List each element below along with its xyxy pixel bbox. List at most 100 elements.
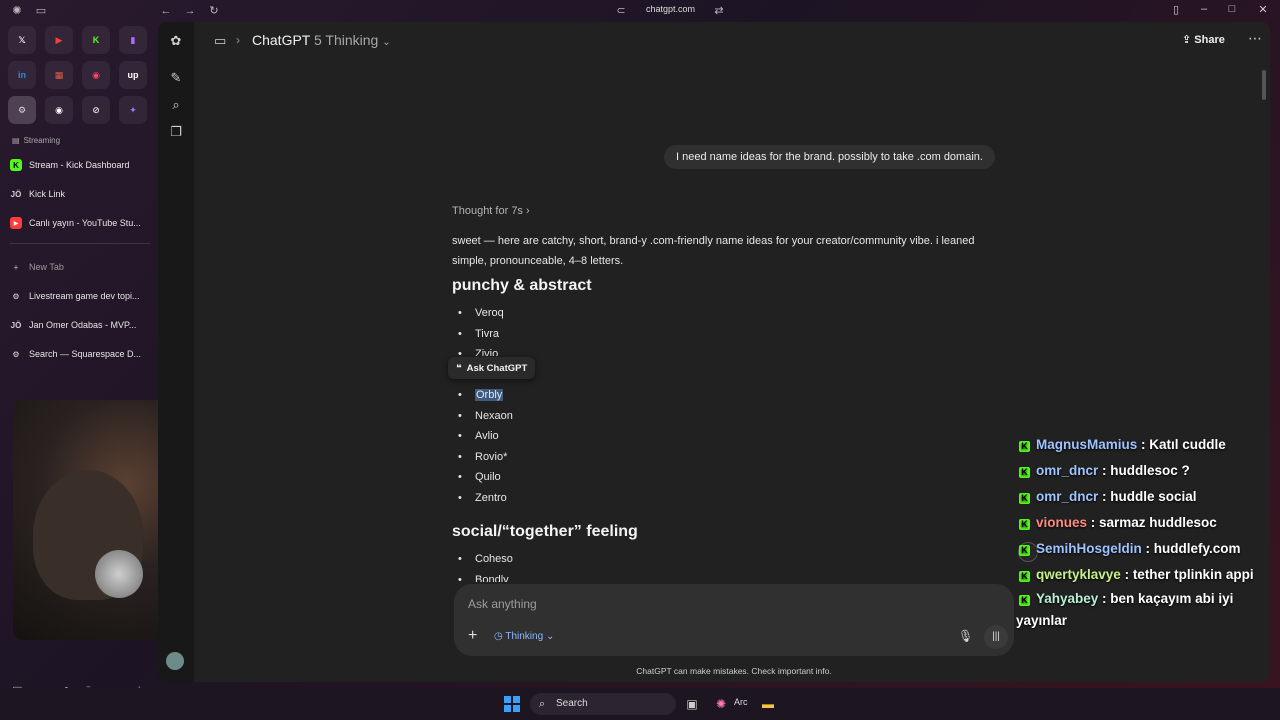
voice-mode-icon[interactable]: ||| [984, 625, 1008, 649]
chat-separator: : [1141, 541, 1154, 556]
message-composer[interactable]: Ask anything + ◷ Thinking ⌄ 🎙 ||| [454, 584, 1014, 656]
stream-chat-overlay: K MagnusMamius : Katıl cuddle Komr_dncr : … [1016, 432, 1278, 632]
arc-browser-icon[interactable]: ✺ [713, 696, 729, 712]
search-icon[interactable]: ⌕ [168, 97, 184, 113]
chat-separator: : [1098, 489, 1111, 504]
favorite-tile[interactable]: ▦ [45, 61, 73, 89]
list-item: Quilo [458, 467, 513, 488]
ask-chatgpt-popup[interactable]: ❝ Ask ChatGPT [448, 357, 536, 379]
list-item: Zivio [458, 344, 504, 356]
kick-icon: K [92, 35, 100, 45]
tab-livestream-topics[interactable]: ⚙ Livestream game dev topi... [10, 285, 150, 307]
chat-text: huddlesoc ? [1110, 463, 1190, 478]
more-options-icon[interactable]: ⋯ [1248, 30, 1262, 47]
chatgpt-icon: ⚙ [17, 104, 27, 115]
kick-badge-icon: K [1019, 571, 1030, 582]
chat-text: Katıl cuddle [1149, 437, 1226, 452]
minimize-icon[interactable]: – [1196, 3, 1212, 15]
composer-input[interactable]: Ask anything [468, 597, 537, 611]
arc-logo-icon[interactable]: ✺ [10, 4, 24, 18]
windows-start-icon[interactable] [504, 696, 520, 712]
share-button[interactable]: ⇪ Share [1182, 33, 1225, 46]
chat-text: huddle social [1110, 489, 1197, 504]
new-tab-button[interactable]: + New Tab [10, 256, 150, 278]
initials-icon: JÖ [10, 189, 22, 199]
sidebar-toggle-icon[interactable]: ▭ [34, 4, 48, 18]
tab-squarespace-search[interactable]: ⚙ Search — Squarespace D... [10, 343, 150, 365]
x-icon: 𝕏 [18, 34, 26, 45]
link-icon[interactable]: ⊂ [614, 4, 628, 18]
chevron-right-icon: › [526, 205, 530, 217]
favorite-tile[interactable]: 𝕏 [8, 26, 36, 54]
task-view-icon[interactable]: ▣ [684, 696, 700, 712]
chat-message: K SemihHosgeldin : huddlefy.com [1016, 536, 1278, 562]
share-icon: ⇪ [1182, 34, 1192, 46]
url-display[interactable]: chatgpt.com [646, 4, 695, 14]
section-heading-social: social/“together” feeling [452, 523, 638, 540]
forward-icon[interactable]: → [183, 4, 197, 18]
plus-icon: + [13, 262, 19, 272]
favorite-tile[interactable]: in [8, 61, 36, 89]
chat-username: omr_dncr [1036, 463, 1099, 478]
kick-badge-icon: K [1019, 545, 1030, 556]
twitch-icon: ▮ [130, 34, 136, 45]
site-controls-icon[interactable]: ⇄ [712, 4, 726, 18]
sidebar-item-kick-dashboard[interactable]: K Stream - Kick Dashboard [10, 154, 150, 176]
reload-icon[interactable]: ↻ [207, 4, 221, 18]
new-chat-icon[interactable]: ✎ [168, 70, 184, 86]
taskbar-search[interactable]: ⌕ Search [530, 693, 676, 715]
favorite-tile[interactable]: ✦ [119, 96, 147, 124]
back-icon[interactable]: ← [159, 4, 173, 18]
streaming-section-label[interactable]: ▤ Streaming [12, 136, 60, 145]
library-icon[interactable]: ❐ [168, 124, 184, 140]
chevron-down-icon: ⌄ [545, 631, 555, 642]
add-attachment-icon[interactable]: + [468, 627, 477, 645]
favorite-tile[interactable]: ◉ [45, 96, 73, 124]
microphone-icon[interactable]: 🎙 [958, 629, 973, 643]
name-list-punchy: Veroq Tivra Zivio [458, 303, 504, 356]
perplexity-icon: ⊘ [92, 104, 100, 115]
calendar-icon: ▦ [54, 69, 64, 80]
maximize-icon[interactable]: □ [1224, 3, 1240, 15]
scrollbar[interactable] [1262, 70, 1266, 100]
assistant-intro: sweet — here are catchy, short, brand-y … [452, 235, 975, 267]
kick-badge-icon: K [1019, 519, 1030, 530]
folder-icon[interactable]: ▭ [214, 33, 226, 49]
chat-text: sarmaz huddlesoc [1099, 515, 1217, 530]
model-selector[interactable]: ChatGPT 5 Thinking ⌄ [252, 32, 391, 48]
split-view-icon[interactable]: ▯ [1168, 3, 1184, 16]
list-item-selected[interactable]: Orbly [458, 385, 513, 406]
quote-icon: ❝ [456, 362, 462, 374]
sidebar-item-youtube-studio[interactable]: ▶ Canlı yayın - YouTube Stu... [10, 212, 150, 234]
windows-taskbar: ⌕ Search ▣ ✺ Arc ▬ [0, 688, 1280, 720]
upwork-icon: up [127, 70, 139, 80]
close-window-icon[interactable]: ✕ [1255, 3, 1271, 16]
chat-username: SemihHosgeldin [1036, 541, 1142, 556]
chat-username: qwertyklavye [1036, 567, 1121, 582]
favorite-tile[interactable]: ◉ [82, 61, 110, 89]
initials-icon: JÖ [10, 320, 22, 330]
chatgpt-logo-icon[interactable]: ✿ [168, 33, 184, 49]
file-explorer-icon[interactable]: ▬ [760, 696, 776, 712]
favorite-tile[interactable]: up [119, 61, 147, 89]
chat-username: vionues [1036, 515, 1088, 530]
microphone-icon [95, 550, 143, 598]
favorite-tile[interactable]: ⊘ [82, 96, 110, 124]
chat-separator: : [1098, 591, 1111, 606]
favorite-tile[interactable]: ⚙ [8, 96, 36, 124]
chevron-right-icon: › [236, 33, 240, 47]
chat-message: Kqwertyklavye : tether tplinkin appi [1016, 562, 1278, 588]
favorite-tile[interactable]: K [82, 26, 110, 54]
thought-toggle[interactable]: Thought for 7s › [452, 205, 530, 217]
tab-jan-omer[interactable]: JÖ Jan Omer Odabas - MVP... [10, 314, 150, 336]
sidebar-item-kick-link[interactable]: JÖ Kick Link [10, 183, 150, 205]
name-list-social: Coheso Bondly [458, 549, 513, 582]
chat-username: omr_dncr [1036, 489, 1099, 504]
favorite-tile[interactable]: ▮ [119, 26, 147, 54]
list-item: Avlio [458, 426, 513, 447]
avatar[interactable] [166, 652, 184, 670]
linkedin-icon: in [18, 70, 26, 80]
thinking-mode-button[interactable]: ◷ Thinking ⌄ [494, 631, 554, 642]
play-circle-icon: ◉ [55, 104, 63, 115]
favorite-tile[interactable]: ▶ [45, 26, 73, 54]
